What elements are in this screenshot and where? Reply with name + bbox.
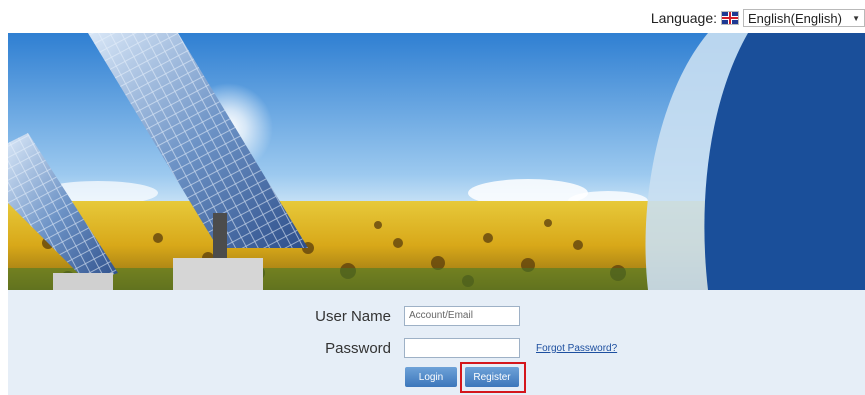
language-bar: Language: English(English) ▼ xyxy=(651,8,865,28)
uk-flag-icon xyxy=(721,11,739,25)
language-select[interactable]: English(English) ▼ xyxy=(743,9,865,27)
password-row: Password Forgot Password? xyxy=(311,338,617,358)
language-selected-value: English(English) xyxy=(748,10,842,26)
register-highlight-box xyxy=(460,362,526,393)
username-input[interactable]: Account/Email xyxy=(404,306,520,326)
hero-banner xyxy=(8,33,865,290)
login-panel: User Name Account/Email Password Forgot … xyxy=(8,290,865,395)
username-row: User Name Account/Email xyxy=(311,306,520,326)
forgot-password-link[interactable]: Forgot Password? xyxy=(536,343,617,354)
chevron-down-icon: ▼ xyxy=(852,13,860,23)
password-input[interactable] xyxy=(404,338,520,358)
password-label: Password xyxy=(325,339,391,357)
login-button[interactable]: Login xyxy=(405,367,457,387)
username-label: User Name xyxy=(315,307,391,325)
language-label: Language: xyxy=(650,10,717,26)
